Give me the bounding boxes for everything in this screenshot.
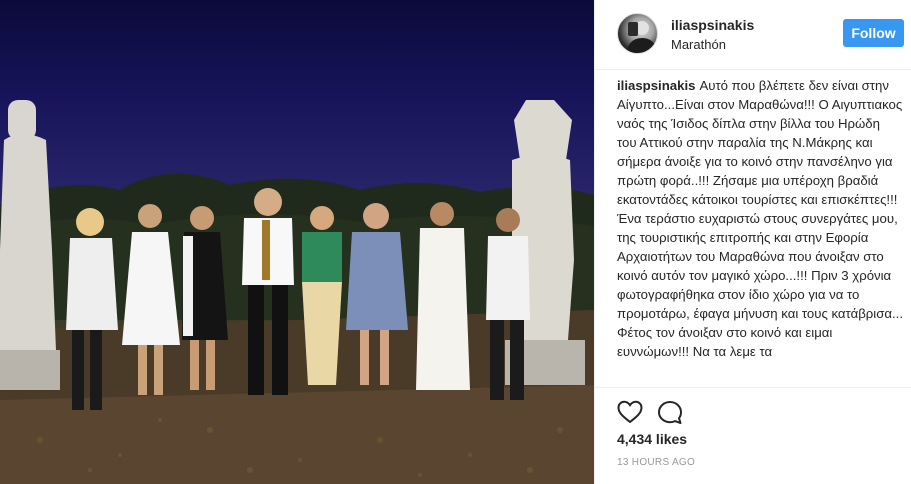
likes-count[interactable]: 4,434 likes	[617, 431, 687, 447]
post-side-panel: iliaspsinakis Marathón Follow iliaspsina…	[594, 0, 911, 484]
heart-icon[interactable]	[617, 400, 643, 424]
avatar-image	[626, 21, 657, 53]
comment-bubble-icon[interactable]	[657, 400, 683, 425]
caption-username-link[interactable]: iliaspsinakis	[617, 78, 695, 93]
post-timestamp[interactable]: 13 HOURS AGO	[617, 457, 695, 468]
photo-scene	[0, 100, 594, 484]
caption: iliaspsinakis Αυτό που βλέπετε δεν είναι …	[617, 76, 903, 386]
post-photo[interactable]	[0, 0, 594, 484]
avatar[interactable]	[617, 13, 658, 54]
location-link[interactable]: Marathón	[671, 37, 726, 52]
follow-button[interactable]: Follow	[843, 19, 904, 47]
caption-text: Αυτό που βλέπετε δεν είναι στην Αίγυπτο.…	[617, 78, 903, 359]
post-header: iliaspsinakis Marathón Follow	[595, 0, 911, 70]
username-link[interactable]: iliaspsinakis	[671, 17, 754, 33]
post-actions: 4,434 likes 13 HOURS AGO	[595, 387, 911, 484]
